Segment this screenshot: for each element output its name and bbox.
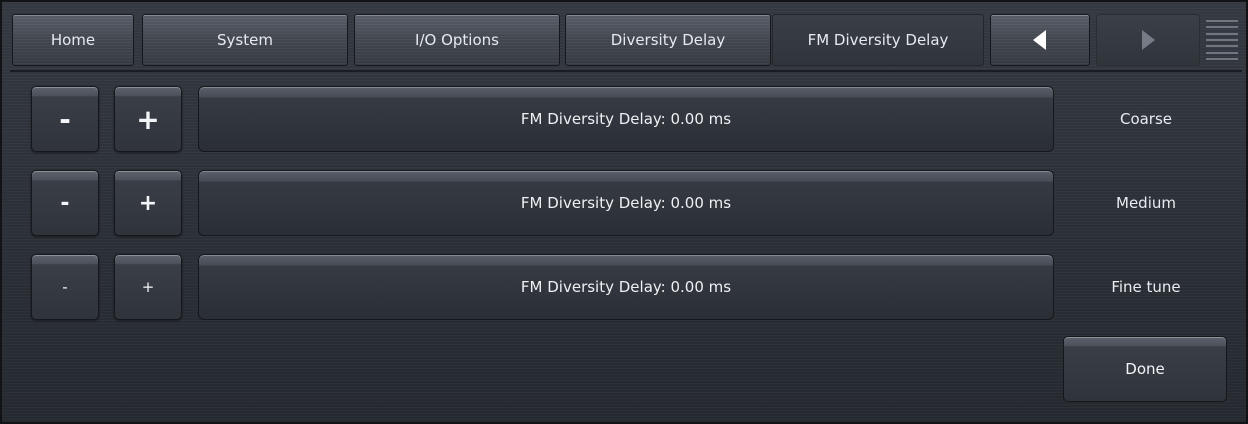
coarse-delay-field[interactable]: FM Diversity Delay: 0.00 ms (198, 86, 1054, 152)
fine-minus-button[interactable]: - (31, 254, 99, 320)
fine-plus-button[interactable]: + (114, 254, 182, 320)
medium-minus-label: - (60, 190, 70, 216)
tab-home[interactable]: Home (12, 14, 134, 66)
coarse-minus-label: - (59, 102, 71, 136)
done-button[interactable]: Done (1063, 336, 1227, 402)
medium-minus-button[interactable]: - (31, 170, 99, 236)
tab-system[interactable]: System (142, 14, 348, 66)
triangle-right-icon (1142, 30, 1155, 50)
coarse-plus-label: + (136, 102, 160, 136)
fine-plus-label: + (141, 278, 155, 296)
done-label: Done (1125, 360, 1165, 378)
tab-io-options[interactable]: I/O Options (354, 14, 560, 66)
coarse-delay-value: FM Diversity Delay: 0.00 ms (520, 110, 732, 128)
coarse-step-label: Coarse (1119, 110, 1173, 128)
tab-diversity-delay-label: Diversity Delay (610, 31, 726, 49)
medium-plus-label: + (138, 190, 158, 216)
fine-minus-label: - (62, 278, 68, 296)
medium-delay-value: FM Diversity Delay: 0.00 ms (520, 194, 732, 212)
tab-fm-diversity-delay-label: FM Diversity Delay (807, 31, 949, 49)
tab-divider (10, 70, 1242, 72)
tab-home-label: Home (50, 31, 96, 49)
medium-plus-button[interactable]: + (114, 170, 182, 236)
next-page-button[interactable] (1096, 14, 1200, 66)
main-window: Home System I/O Options Diversity Delay … (0, 0, 1248, 424)
fine-step-label: Fine tune (1111, 278, 1181, 296)
prev-page-button[interactable] (990, 14, 1090, 66)
medium-step-label: Medium (1116, 194, 1176, 212)
tab-system-label: System (217, 31, 273, 49)
tab-fm-diversity-delay[interactable]: FM Diversity Delay (772, 14, 984, 66)
menu-lines-icon[interactable] (1204, 14, 1240, 66)
coarse-minus-button[interactable]: - (31, 86, 99, 152)
fine-delay-value: FM Diversity Delay: 0.00 ms (520, 278, 732, 296)
tab-diversity-delay[interactable]: Diversity Delay (565, 14, 771, 66)
triangle-left-icon (1033, 30, 1046, 50)
coarse-plus-button[interactable]: + (114, 86, 182, 152)
tab-io-options-label: I/O Options (415, 31, 499, 49)
fine-delay-field[interactable]: FM Diversity Delay: 0.00 ms (198, 254, 1054, 320)
medium-delay-field[interactable]: FM Diversity Delay: 0.00 ms (198, 170, 1054, 236)
tab-bar: Home System I/O Options Diversity Delay … (10, 10, 1242, 68)
